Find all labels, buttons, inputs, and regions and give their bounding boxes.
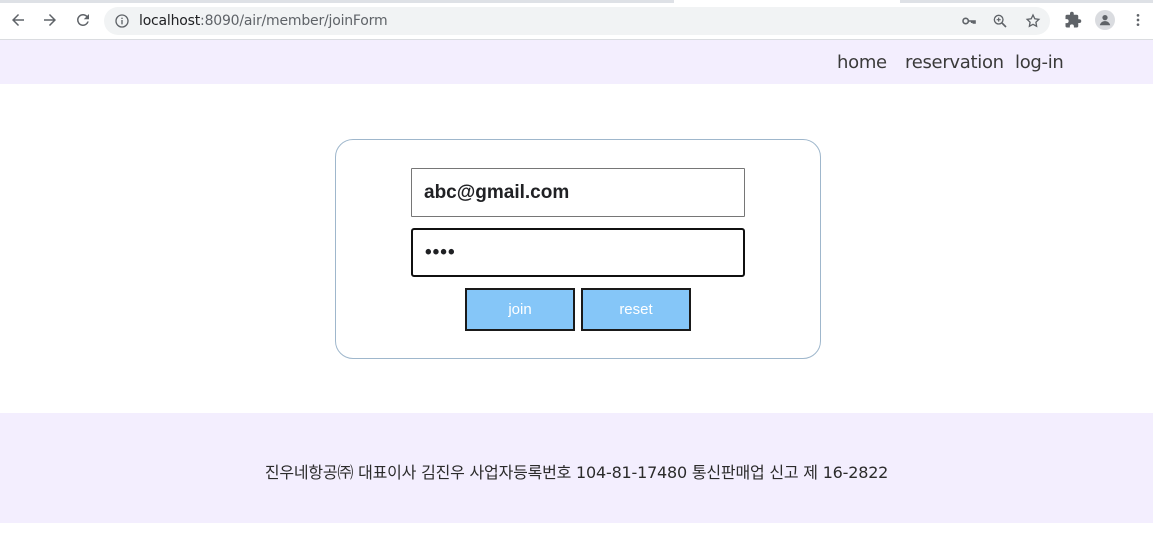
site-header: home reservation log-in [0,40,1153,84]
back-icon[interactable] [7,9,29,31]
nav-link-reservation[interactable]: reservation [905,52,1004,73]
nav-link-login[interactable]: log-in [1015,52,1064,73]
address-bar[interactable]: localhost:8090/air/member/joinForm [104,7,1050,35]
extensions-icon[interactable] [1063,10,1083,30]
password-field[interactable] [411,228,745,277]
tab-strip [0,0,1153,3]
key-icon[interactable] [961,13,977,29]
url-path: :8090/air/member/joinForm [200,13,388,29]
browser-toolbar: localhost:8090/air/member/joinForm [0,0,1153,40]
site-footer: 진우네항공㈜ 대표이사 김진우 사업자등록번호 104-81-17480 통신판… [0,413,1153,523]
more-menu-icon[interactable] [1128,10,1148,30]
reset-button[interactable]: reset [581,288,691,331]
zoom-icon[interactable] [992,13,1008,29]
nav-link-home[interactable]: home [837,52,887,73]
email-field[interactable] [411,168,745,217]
url-host: localhost [139,13,201,29]
info-icon[interactable] [114,13,130,29]
bookmark-star-icon[interactable] [1025,13,1041,29]
profile-avatar-icon[interactable] [1095,10,1115,30]
url-text: localhost:8090/air/member/joinForm [139,13,388,29]
company-info-text: 진우네항공㈜ 대표이사 김진우 사업자등록번호 104-81-17480 통신판… [264,463,889,482]
join-button[interactable]: join [465,288,575,331]
reload-icon[interactable] [72,9,94,31]
forward-icon[interactable] [39,9,61,31]
